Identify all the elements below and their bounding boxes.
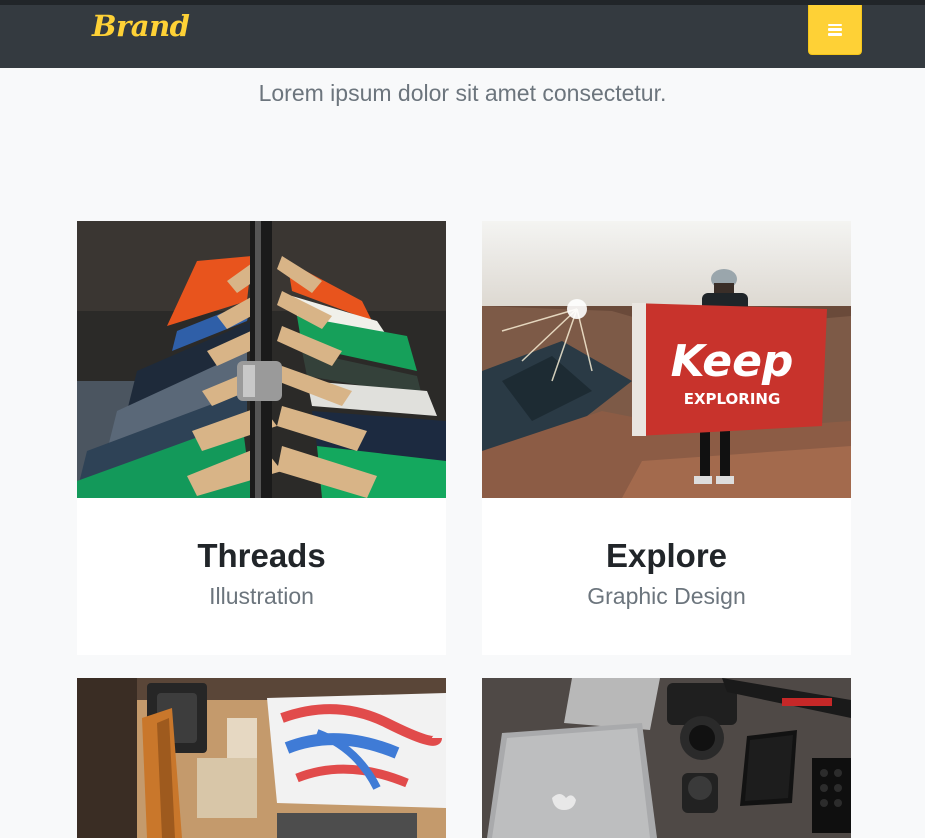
brand-logo[interactable]: Brand [92,9,190,43]
portfolio-category: Graphic Design [587,583,746,609]
portfolio-category: Illustration [209,583,314,609]
navbar: Brand [0,0,925,68]
hamburger-icon [828,23,842,36]
portfolio-item-explore[interactable]: Keep EXPLORING Explore Graphic Design [482,221,851,655]
flag-text-exploring: EXPLORING [684,390,781,408]
workshop-tools-photo[interactable] [77,678,446,838]
camera-laptop-flatlay-photo[interactable] [482,678,851,838]
portfolio-title: Threads [197,537,326,574]
portfolio-item-3[interactable] [77,678,446,838]
keep-exploring-flag-photo[interactable]: Keep EXPLORING [482,221,851,498]
clothes-rack-photo[interactable] [77,221,446,498]
flag-text-keep: Keep [671,336,794,387]
portfolio-item-threads[interactable]: Threads Illustration [77,221,446,655]
portfolio-item-4[interactable] [482,678,851,838]
menu-toggle-button[interactable] [808,5,862,55]
section-subheading: Lorem ipsum dolor sit amet consectetur. [258,80,667,106]
portfolio-title: Explore [605,537,728,574]
